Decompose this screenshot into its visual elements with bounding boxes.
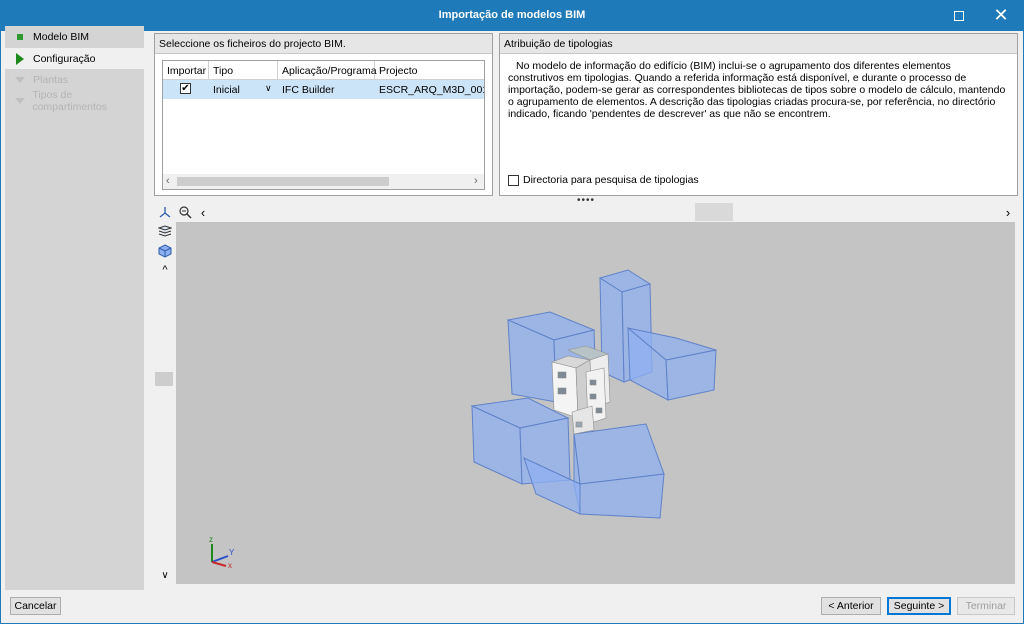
col-importar[interactable]: Importar bbox=[163, 61, 209, 80]
step-label: Modelo BIM bbox=[33, 30, 90, 43]
files-grid: Importar Tipo Aplicação/Programa Project… bbox=[162, 60, 485, 190]
scroll-down-icon[interactable]: ∨ bbox=[157, 567, 173, 583]
typology-directory-checkbox[interactable] bbox=[508, 174, 519, 186]
steps-sidebar: Modelo BIM Configuração Plantas Tipos de… bbox=[5, 26, 144, 590]
zoom-icon[interactable] bbox=[177, 204, 193, 220]
step-label: Configuração bbox=[33, 52, 96, 65]
previous-button[interactable]: < Anterior bbox=[821, 597, 881, 615]
tipo-value: Inicial bbox=[213, 84, 240, 96]
close-icon: ✕ bbox=[993, 5, 1009, 25]
axis-x-label: x bbox=[228, 561, 232, 570]
maximize-button[interactable] bbox=[936, 0, 982, 31]
model-viewport[interactable]: z Y x bbox=[176, 222, 1015, 584]
scroll-left-icon[interactable]: ‹ bbox=[166, 175, 170, 187]
viewer-scroll-thumb[interactable] bbox=[695, 203, 733, 221]
bim-model-render: z Y x bbox=[209, 269, 717, 570]
step-tipos-compartimentos: Tipos de compartimentos bbox=[5, 88, 144, 113]
typology-panel-title: Atribuição de tipologias bbox=[500, 34, 1017, 54]
typology-panel: Atribuição de tipologias No modelo de in… bbox=[499, 33, 1018, 196]
cell-importar: ✔ bbox=[163, 80, 209, 99]
viewer-hscroll: ‹ › bbox=[175, 203, 1018, 222]
cell-projecto: ESCR_ARQ_M3D_001_Ar bbox=[379, 84, 484, 96]
step-label: Tipos de compartimentos bbox=[32, 88, 108, 113]
step-modelo-bim[interactable]: Modelo BIM bbox=[5, 26, 144, 47]
axes-view-icon[interactable] bbox=[157, 204, 173, 220]
step-current-icon bbox=[13, 52, 27, 65]
scroll-up-icon[interactable]: ^ bbox=[157, 262, 173, 278]
step-plantas: Plantas bbox=[5, 69, 144, 90]
maximize-icon bbox=[954, 10, 964, 21]
import-checkbox[interactable]: ✔ bbox=[180, 83, 191, 94]
chevron-down-icon[interactable]: ∨ bbox=[265, 83, 272, 94]
next-button[interactable]: Seguinte > bbox=[887, 597, 951, 615]
axes-gizmo: z Y x bbox=[209, 535, 235, 570]
files-panel-title: Seleccione os ficheiros do projecto BIM. bbox=[155, 34, 492, 54]
axis-y-label: Y bbox=[229, 548, 235, 557]
viewer-tool-strip: ^ ∨ bbox=[154, 203, 175, 585]
finish-button: Terminar bbox=[957, 597, 1015, 615]
step-pending-icon bbox=[13, 76, 27, 83]
typology-directory-option[interactable]: Directoria para pesquisa de tipologias bbox=[508, 174, 699, 186]
layers-icon[interactable] bbox=[157, 223, 173, 239]
files-panel: Seleccione os ficheiros do projecto BIM.… bbox=[154, 33, 493, 196]
col-tipo[interactable]: Tipo bbox=[209, 61, 278, 80]
grid-hscrollbar[interactable]: ‹ › bbox=[163, 174, 484, 189]
window-title: Importação de modelos BIM bbox=[438, 9, 586, 21]
vscroll-thumb[interactable] bbox=[155, 372, 173, 386]
col-aplicacao[interactable]: Aplicação/Programa bbox=[278, 61, 377, 80]
grid-header: Importar Tipo Aplicação/Programa Project… bbox=[163, 61, 484, 80]
cell-aplicacao: IFC Builder bbox=[282, 84, 335, 96]
title-bar: Importação de modelos BIM ✕ bbox=[0, 0, 1024, 31]
step-done-icon bbox=[13, 33, 27, 40]
cancel-button[interactable]: Cancelar bbox=[10, 597, 61, 615]
step-pending-icon bbox=[13, 97, 26, 104]
axis-z-label: z bbox=[209, 535, 213, 544]
cube-view-icon[interactable] bbox=[157, 243, 173, 259]
step-label: Plantas bbox=[33, 73, 69, 86]
scroll-right-icon[interactable]: › bbox=[1000, 204, 1016, 220]
close-button[interactable]: ✕ bbox=[978, 0, 1024, 31]
typology-description: No modelo de informação do edifício (BIM… bbox=[508, 60, 1008, 120]
table-row[interactable]: ✔ Inicial ∨ IFC Builder ESCR_ARQ_M3D_001… bbox=[163, 80, 484, 99]
cell-tipo[interactable]: Inicial ∨ bbox=[209, 80, 278, 99]
step-configuracao[interactable]: Configuração bbox=[5, 48, 144, 69]
col-projecto[interactable]: Projecto bbox=[375, 61, 484, 80]
typology-description-text: No modelo de informação do edifício (BIM… bbox=[508, 60, 1006, 120]
scroll-right-icon[interactable]: › bbox=[474, 175, 478, 187]
typology-directory-label: Directoria para pesquisa de tipologias bbox=[523, 174, 699, 186]
scroll-left-icon[interactable]: ‹ bbox=[195, 204, 211, 220]
scroll-thumb[interactable] bbox=[177, 177, 389, 186]
